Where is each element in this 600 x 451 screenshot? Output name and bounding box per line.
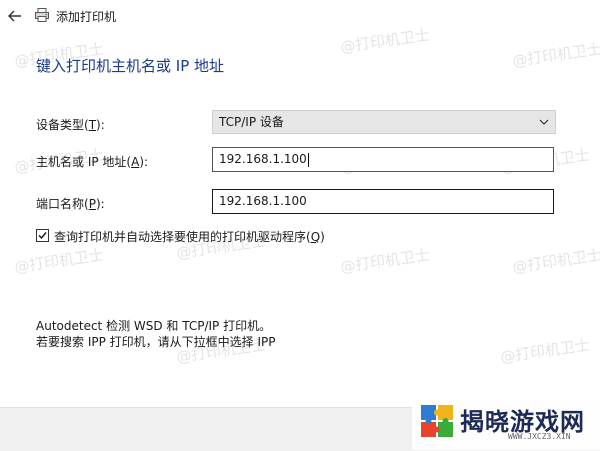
watermark-text: @打印机卫士 [511,39,600,71]
query-driver-checkbox[interactable] [36,229,49,242]
hostname-label: 主机名或 IP 地址(A): [36,155,149,169]
device-type-label: 设备类型(T): [36,118,105,132]
text-caret [307,152,309,167]
puzzle-logo-icon [421,405,453,437]
hostname-input[interactable]: 192.168.1.100 [212,147,554,172]
arrow-left-icon[interactable] [6,7,24,25]
title-bar: 添加打印机 [0,0,600,32]
checkmark-icon [38,232,47,240]
brand-url: WWW.JXCZ3.XIN [508,432,571,441]
watermark-text: @打印机卫士 [511,245,600,277]
port-name-label: 端口名称(P): [36,197,105,211]
watermark-text: @打印机卫士 [499,335,591,367]
info-line-autodetect: Autodetect 检测 WSD 和 TCP/IP 打印机。 [36,319,272,333]
page-heading: 键入打印机主机名或 IP 地址 [36,57,225,75]
port-name-input[interactable]: 192.168.1.100 [212,189,554,214]
hostname-value: 192.168.1.100 [219,152,307,166]
window-title: 添加打印机 [56,10,117,24]
info-line-ipp: 若要搜索 IPP 打印机，请从下拉框中选择 IPP [36,335,276,349]
printer-icon [35,8,49,22]
brand-watermark: 揭晓游戏网 WWW.JXCZ3.XIN [412,398,600,450]
device-type-value: TCP/IP 设备 [219,115,284,129]
watermark-text: @打印机卫士 [13,245,105,277]
query-driver-label[interactable]: 查询打印机并自动选择要使用的打印机驱动程序(Q) [54,228,325,245]
port-name-value: 192.168.1.100 [219,194,307,208]
chevron-down-icon [539,119,549,125]
device-type-select[interactable]: TCP/IP 设备 [212,110,556,134]
watermark-text: @打印机卫士 [339,245,431,277]
